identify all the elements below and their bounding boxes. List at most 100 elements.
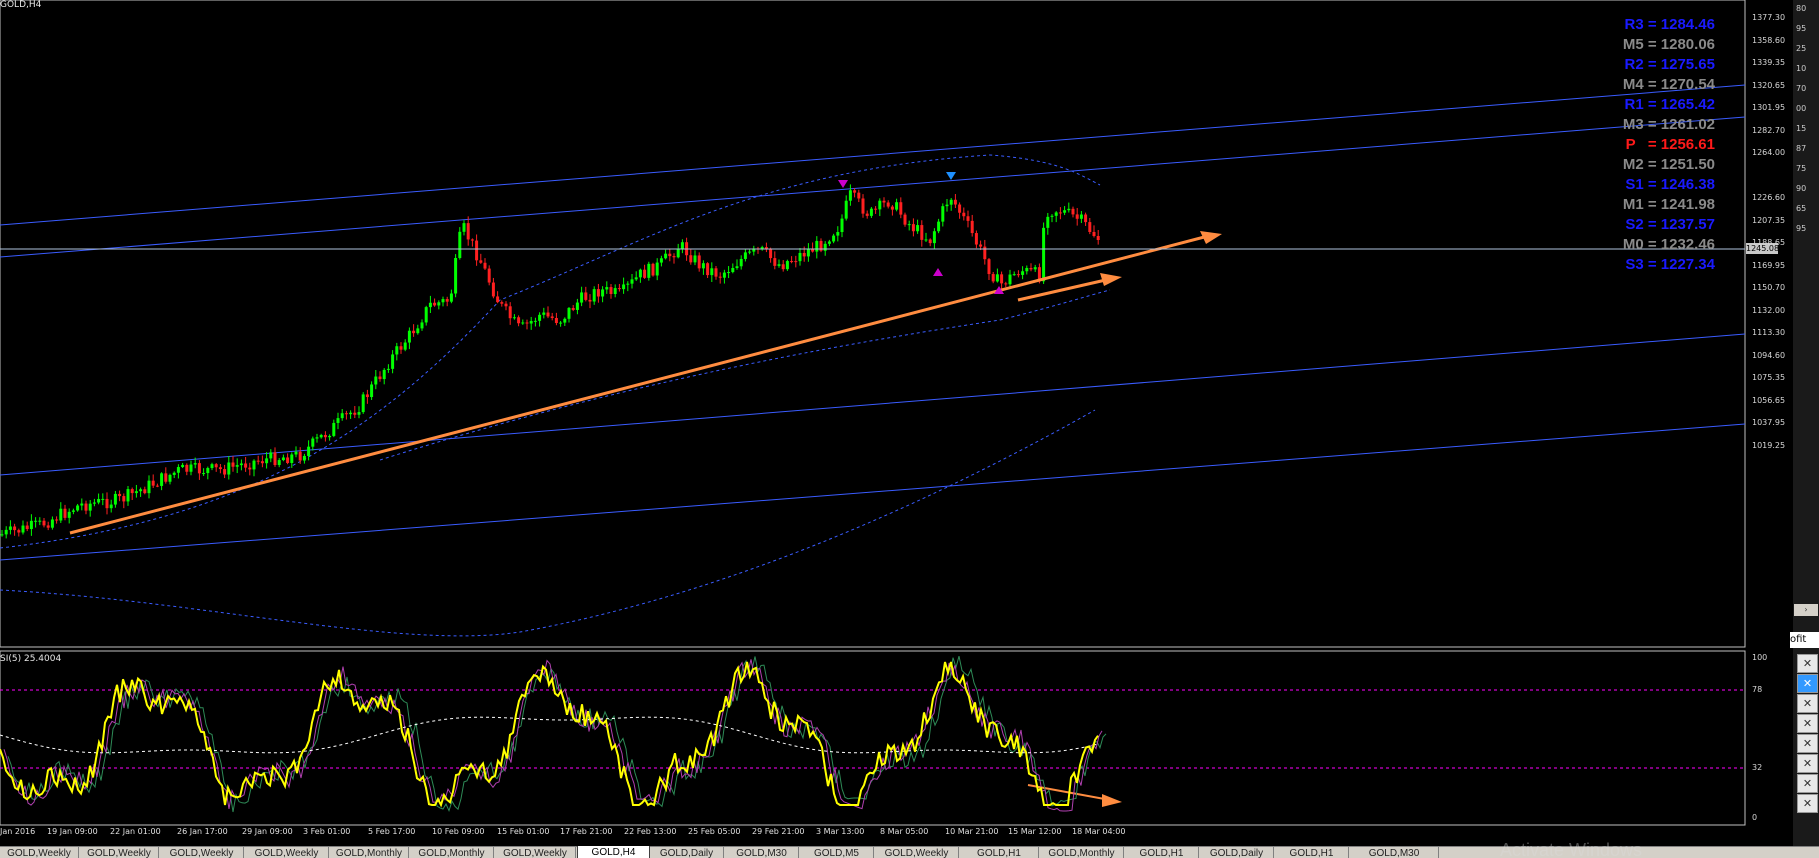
candle-body [1092, 231, 1096, 237]
candle-body [739, 258, 743, 267]
candle-body [298, 451, 302, 461]
candle-body [533, 320, 537, 322]
candle-body [928, 239, 932, 244]
candle-body [508, 306, 512, 319]
close-order-icon[interactable]: ✕ [1797, 754, 1818, 773]
candle-body [773, 258, 777, 266]
candle-body [8, 526, 12, 530]
candle-body [613, 288, 617, 295]
candle-body [937, 221, 941, 232]
candle-body [1021, 271, 1025, 275]
close-order-icon[interactable]: ✕ [1797, 654, 1818, 673]
chart-tab[interactable]: GOLD,Monthly [1040, 847, 1124, 858]
candle-body [722, 272, 726, 278]
right-panel-value: 15 [1796, 124, 1807, 133]
right-panel-value: 65 [1796, 204, 1807, 213]
candle-body [836, 232, 840, 236]
candle-body [88, 503, 92, 511]
chart-tab[interactable]: GOLD,Monthly [410, 847, 494, 858]
pivot-level-label: M4 = 1270.54 [1622, 76, 1715, 93]
chart-tab[interactable]: GOLD,Weekly [0, 847, 79, 858]
candle-body [29, 520, 33, 530]
candle-body [727, 272, 731, 274]
candle-body [281, 457, 285, 461]
chart-tab[interactable]: GOLD,Weekly [160, 847, 244, 858]
chart-tab[interactable]: GOLD,Weekly [245, 847, 329, 858]
right-panel-value: 75 [1796, 164, 1807, 173]
chart-tab[interactable]: GOLD,H1 [1125, 847, 1199, 858]
candle-body [622, 284, 626, 290]
chart-tab[interactable]: GOLD,Weekly [875, 847, 959, 858]
candle-body [512, 317, 516, 319]
close-order-icon[interactable]: ✕ [1797, 674, 1818, 693]
candle-body [307, 446, 311, 456]
candle-body [130, 489, 134, 494]
candle-body [487, 268, 491, 283]
candle-body [391, 354, 395, 369]
candle-body [491, 282, 495, 297]
candle-body [441, 299, 445, 303]
chart-tab[interactable]: GOLD,H1 [960, 847, 1039, 858]
scroll-right-button[interactable]: › [1794, 604, 1818, 616]
time-tick-label: 19 Jan 09:00 [47, 827, 98, 836]
price-chart[interactable] [0, 0, 1819, 858]
candle-body [92, 502, 96, 504]
candle-body [197, 463, 201, 474]
price-tick-label: 1169.95 [1752, 260, 1786, 270]
candle-body [319, 434, 323, 438]
candle-body [974, 233, 978, 245]
candle-body [193, 463, 197, 465]
chart-tab[interactable]: GOLD,M5 [800, 847, 874, 858]
rsi-tick-label: 32 [1752, 763, 1763, 772]
chart-tab[interactable]: GOLD,H4 [577, 846, 650, 858]
chart-tab[interactable]: GOLD,Daily [1200, 847, 1274, 858]
candle-body [538, 314, 542, 321]
candle-body [328, 435, 332, 438]
candle-body [105, 498, 109, 509]
price-tick-label: 1113.30 [1752, 328, 1786, 337]
candle-body [584, 292, 588, 300]
rsi-label: SI(5) 25.4004 [0, 654, 62, 664]
candle-body [1016, 274, 1020, 276]
candle-body [979, 244, 983, 247]
candle-body [899, 202, 903, 215]
price-tick-label: 1188.65 [1752, 238, 1786, 247]
close-order-icon[interactable]: ✕ [1797, 714, 1818, 733]
rsi-chart-area[interactable] [0, 650, 1746, 826]
candle-body [890, 206, 894, 210]
chart-tab[interactable]: GOLD,Daily [650, 847, 724, 858]
candle-body [1033, 267, 1037, 270]
candle-body [109, 504, 113, 509]
price-tick-label: 1358.60 [1752, 35, 1786, 45]
chart-tab[interactable]: GOLD,M30 [1350, 847, 1439, 858]
close-order-icon[interactable]: ✕ [1797, 794, 1818, 813]
candle-body [412, 330, 416, 334]
close-order-icon[interactable]: ✕ [1797, 734, 1818, 753]
candle-body [428, 302, 432, 308]
candle-body [160, 473, 164, 486]
candle-body [878, 200, 882, 210]
candle-body [1067, 208, 1071, 211]
pivot-level-label: M1 = 1241.98 [1622, 196, 1715, 213]
candle-body [920, 225, 924, 240]
candle-body [882, 200, 886, 203]
chart-tab[interactable]: GOLD,Weekly [495, 847, 576, 858]
candle-body [655, 262, 659, 276]
candle-body [151, 480, 155, 486]
candle-body [336, 418, 340, 423]
candle-body [605, 287, 609, 290]
close-order-icon[interactable]: ✕ [1797, 694, 1818, 713]
candle-body [168, 474, 172, 482]
chart-tab[interactable]: GOLD,Monthly [330, 847, 409, 858]
chart-tab[interactable]: GOLD,M30 [725, 847, 799, 858]
candle-body [4, 529, 8, 535]
chart-tab[interactable]: GOLD,Weekly [80, 847, 159, 858]
candle-body [399, 346, 403, 350]
chart-tab[interactable]: GOLD,H1 [1275, 847, 1349, 858]
close-order-icon[interactable]: ✕ [1797, 774, 1818, 793]
candle-body [710, 268, 714, 276]
pivot-level-label: M2 = 1251.50 [1622, 156, 1715, 173]
candle-body [529, 321, 533, 324]
candle-body [420, 322, 424, 329]
price-tick-label: 1019.25 [1752, 440, 1786, 450]
